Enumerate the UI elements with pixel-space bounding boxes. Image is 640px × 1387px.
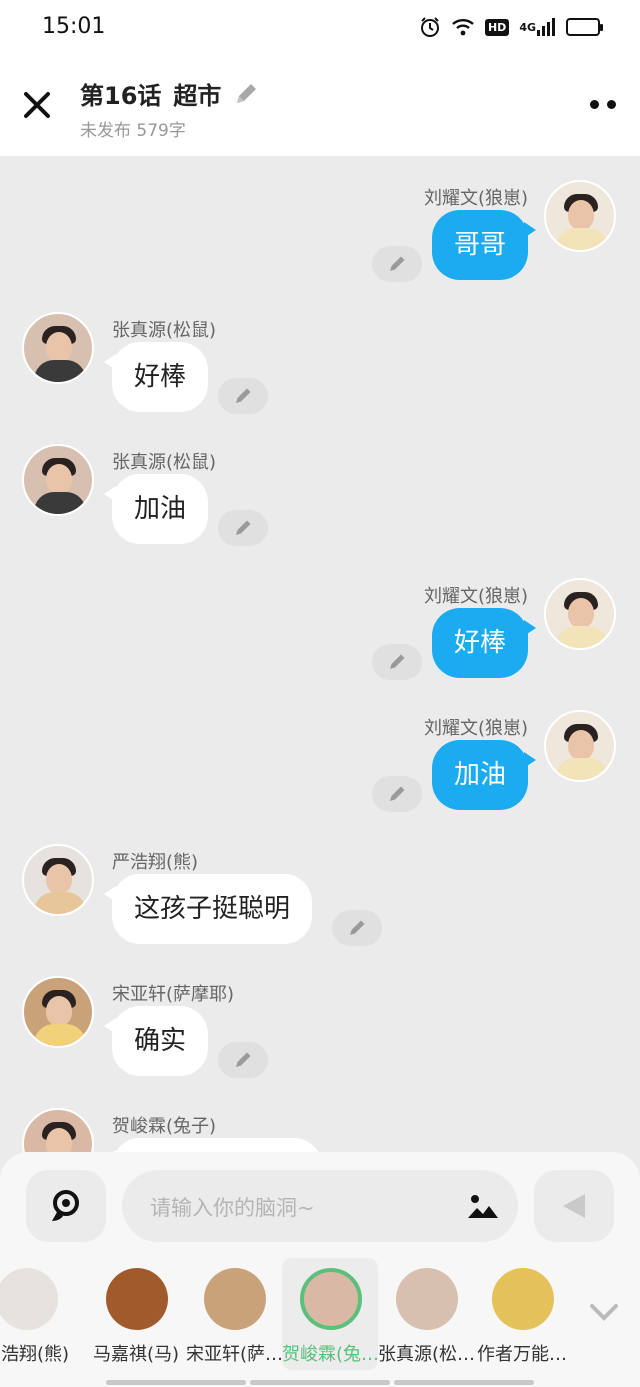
avatar[interactable] — [544, 180, 616, 252]
role-avatar — [396, 1268, 458, 1330]
role-avatar — [492, 1268, 554, 1330]
role-item[interactable]: 宋亚轩(萨… — [186, 1258, 282, 1370]
close-button[interactable] — [22, 90, 56, 124]
edit-message-button[interactable] — [372, 776, 422, 812]
role-selector[interactable]: 严浩翔(熊) 马嘉祺(马) 宋亚轩(萨… 贺峻霖(兔… 张真源(松… 作者万能… — [0, 1258, 640, 1370]
role-name: 贺峻霖(兔… — [282, 1344, 378, 1365]
role-item[interactable]: 作者万能… — [474, 1258, 570, 1370]
message-item: 刘耀文(狼崽) 哥哥 — [0, 180, 640, 310]
avatar[interactable] — [22, 976, 94, 1048]
message-bubble[interactable]: 哥哥 — [431, 210, 537, 280]
message-bubble[interactable]: 加油 — [431, 740, 537, 810]
input-placeholder: 请输入你的脑洞~ — [150, 1196, 315, 1220]
voice-button[interactable] — [26, 1170, 106, 1242]
edit-message-button[interactable] — [332, 910, 382, 946]
message-bubble[interactable]: 这孩子挺聪明 — [103, 874, 313, 944]
hd-badge: HD — [484, 18, 510, 36]
role-avatar — [300, 1268, 362, 1330]
avatar[interactable] — [22, 444, 94, 516]
message-bubble[interactable]: 确实 — [103, 1006, 209, 1076]
role-name: 作者万能… — [477, 1344, 567, 1365]
pencil-icon — [390, 256, 405, 271]
alarm-icon — [419, 16, 441, 38]
header: 第16话 超市 未发布 579字 — [0, 56, 640, 156]
message-item: 刘耀文(狼崽) 加油 — [0, 710, 640, 840]
role-item[interactable]: 严浩翔(熊) — [0, 1258, 74, 1370]
avatar[interactable] — [22, 1108, 94, 1156]
pencil-icon — [390, 786, 405, 801]
edit-message-button[interactable] — [218, 378, 268, 414]
message-bubble[interactable]: 好棒 — [103, 342, 209, 412]
home-indicator — [394, 1380, 534, 1385]
message-item: 宋亚轩(萨摩耶) 确实 — [0, 976, 640, 1106]
role-name: 宋亚轩(萨… — [186, 1344, 282, 1365]
message-item: 张真源(松鼠) 加油 — [0, 444, 640, 574]
role-name: 马嘉祺(马) — [92, 1344, 180, 1365]
home-indicator — [250, 1380, 390, 1385]
sender-name: 严浩翔(熊) — [112, 852, 199, 873]
role-name: 张真源(松… — [378, 1344, 474, 1365]
pencil-icon — [390, 654, 405, 669]
avatar[interactable] — [544, 578, 616, 650]
sender-name: 宋亚轩(萨摩耶) — [112, 984, 235, 1005]
sender-name: 刘耀文(狼崽) — [423, 188, 528, 209]
edit-message-button[interactable] — [218, 510, 268, 546]
role-avatar — [204, 1268, 266, 1330]
pencil-icon[interactable] — [233, 81, 259, 107]
sender-name: 刘耀文(狼崽) — [423, 718, 528, 739]
role-avatar — [0, 1268, 58, 1330]
speech-icon — [52, 1190, 79, 1221]
send-button[interactable] — [534, 1170, 614, 1242]
home-indicator — [106, 1380, 246, 1385]
network-type: 4G — [519, 20, 536, 34]
status-bar: 15:01 HD 4G — [0, 0, 640, 56]
edit-message-button[interactable] — [372, 644, 422, 680]
pencil-icon — [236, 520, 251, 535]
image-upload-button[interactable] — [466, 1190, 500, 1220]
status-icons: HD 4G — [419, 16, 603, 38]
role-item[interactable]: 马嘉祺(马) — [88, 1258, 184, 1370]
story-input[interactable]: 请输入你的脑洞~ — [122, 1170, 518, 1242]
wifi-icon — [451, 17, 475, 37]
dot-icon — [607, 100, 616, 109]
avatar[interactable] — [544, 710, 616, 782]
pencil-icon — [236, 388, 251, 403]
role-name: 严浩翔(熊) — [0, 1344, 70, 1365]
edit-message-button[interactable] — [372, 246, 422, 282]
publish-status: 未发布 579字 — [80, 121, 186, 141]
sender-name: 张真源(松鼠) — [112, 320, 217, 341]
composer-panel: 请输入你的脑洞~ 严浩翔(熊) 马嘉祺(马) 宋亚轩(萨… 贺峻霖(兔… 张真源… — [0, 1152, 640, 1387]
episode-title-row[interactable]: 第16话 超市 — [80, 76, 259, 111]
avatar[interactable] — [22, 844, 94, 916]
dot-icon — [590, 100, 599, 109]
role-item-active[interactable]: 贺峻霖(兔… — [282, 1258, 378, 1370]
pencil-icon — [350, 920, 365, 935]
edit-message-button[interactable] — [218, 1042, 268, 1078]
chapter-title: 超市 — [173, 82, 222, 110]
episode-number: 第16话 — [80, 82, 162, 110]
status-time: 15:01 — [42, 14, 106, 39]
signal-icon: 4G — [519, 17, 556, 37]
battery-icon — [566, 18, 603, 36]
message-item: 张真源(松鼠) 好棒 — [0, 312, 640, 442]
sender-name: 贺峻霖(兔子) — [112, 1116, 217, 1137]
chat-list[interactable]: 刘耀文(狼崽) 哥哥 张真源(松鼠) 好棒 张真源(松鼠) 加油 刘耀文(狼崽) — [0, 156, 640, 1156]
close-icon — [24, 92, 50, 118]
role-avatar — [106, 1268, 168, 1330]
sender-name: 刘耀文(狼崽) — [423, 586, 528, 607]
more-options-button[interactable] — [590, 100, 616, 109]
message-bubble[interactable]: 好棒 — [431, 608, 537, 678]
send-icon — [563, 1194, 585, 1218]
sender-name: 张真源(松鼠) — [112, 452, 217, 473]
message-item: 刘耀文(狼崽) 好棒 — [0, 578, 640, 708]
message-item: 严浩翔(熊) 这孩子挺聪明 — [0, 844, 640, 974]
message-bubble[interactable]: 加油 — [103, 474, 209, 544]
chevron-down-icon[interactable] — [588, 1302, 620, 1322]
role-item[interactable]: 张真源(松… — [378, 1258, 474, 1370]
image-icon — [468, 1195, 498, 1218]
avatar[interactable] — [22, 312, 94, 384]
message-item: 贺峻霖(兔子) — [0, 1108, 640, 1156]
pencil-icon — [236, 1052, 251, 1067]
